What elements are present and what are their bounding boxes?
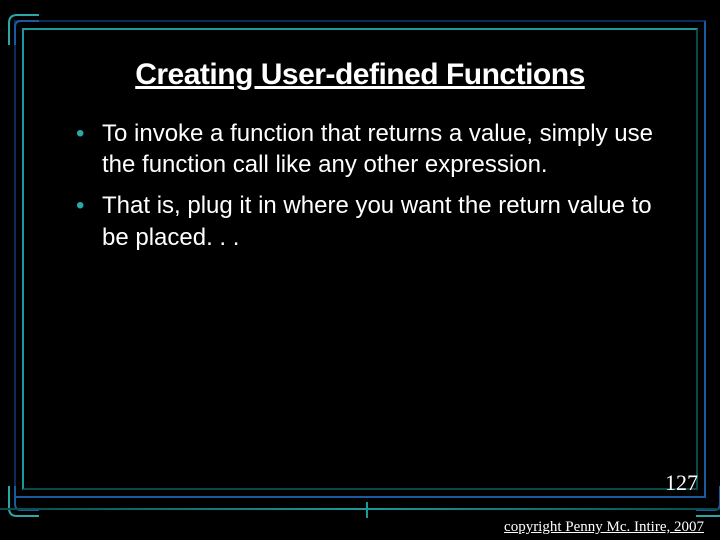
slide-title: Creating User-defined Functions [60,58,660,92]
corner-ornament-bl [7,484,41,518]
bottom-divider [0,508,720,510]
slide-body: To invoke a function that returns a valu… [72,118,662,263]
page-number: 127 [665,470,698,496]
slide: Creating User-defined Functions To invok… [0,0,720,540]
bullet-item: To invoke a function that returns a valu… [72,118,662,180]
copyright-text: copyright Penny Mc. Intire, 2007 [504,519,704,536]
corner-ornament-tl [7,13,41,47]
bullet-item: That is, plug it in where you want the r… [72,190,662,252]
bottom-tick [366,502,368,518]
